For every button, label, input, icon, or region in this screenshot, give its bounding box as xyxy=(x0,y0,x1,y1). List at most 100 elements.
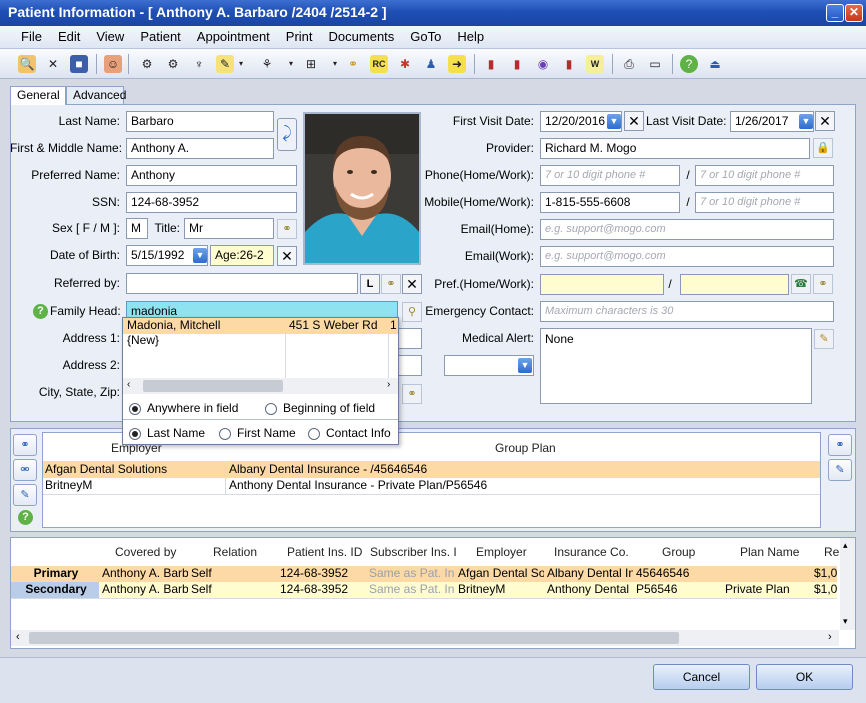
chevron-down-icon[interactable]: ▾ xyxy=(326,55,344,73)
link-employer-icon[interactable]: ⚭ xyxy=(13,434,37,456)
row-type-secondary[interactable]: Secondary xyxy=(11,582,99,598)
dropdown-row-new[interactable]: {New} xyxy=(125,333,285,349)
mobile-home-field[interactable]: 1-815-555-6608 xyxy=(540,192,680,213)
tab-advanced[interactable]: Advanced xyxy=(66,86,126,104)
chevron-down-icon[interactable]: ▼ xyxy=(193,248,207,263)
employer-header[interactable]: Employer xyxy=(476,545,527,559)
patient-ins-id-header[interactable]: Patient Ins. ID xyxy=(287,545,362,559)
mobile-work-field[interactable]: 7 or 10 digit phone # xyxy=(695,192,834,213)
minimize-icon[interactable]: _ xyxy=(826,4,844,22)
unlink-employer-icon[interactable]: ⚮ xyxy=(13,459,37,481)
scrollbar-thumb[interactable] xyxy=(143,380,283,392)
table-cell[interactable]: Self xyxy=(189,566,277,582)
plan-name-header[interactable]: Plan Name xyxy=(740,545,799,559)
table-cell[interactable]: $1,00 xyxy=(812,582,837,598)
tooth-chart-icon[interactable]: ⚙ xyxy=(138,55,156,73)
radio-contact-info[interactable] xyxy=(308,428,320,440)
cancel-button[interactable]: Cancel xyxy=(653,664,750,690)
link-icon[interactable]: ⚭ xyxy=(813,274,833,294)
link-plan-icon[interactable]: ⚭ xyxy=(828,434,852,456)
table-cell[interactable]: $1,00 xyxy=(812,566,837,582)
phone-work-field[interactable]: 7 or 10 digit phone # xyxy=(695,165,834,186)
dropdown-scrollbar[interactable]: ‹ › xyxy=(123,378,398,394)
menu-file[interactable]: File xyxy=(13,26,50,49)
table-cell[interactable]: Anthony Dental Insurance - Private Plan/… xyxy=(227,478,817,494)
vertical-scrollbar[interactable]: ▴ ▾ xyxy=(840,538,855,630)
help-icon[interactable]: ? xyxy=(33,304,48,319)
family-icon[interactable]: ♟ xyxy=(422,55,440,73)
patient-icon[interactable]: ☺ xyxy=(104,55,122,73)
email-home-field[interactable]: e.g. support@mogo.com xyxy=(540,219,834,240)
scroll-right-icon[interactable]: › xyxy=(828,631,832,643)
table-cell[interactable]: P56546 xyxy=(634,582,722,598)
tree-icon[interactable]: ⚘ xyxy=(258,55,276,73)
chevron-down-icon[interactable]: ▼ xyxy=(518,358,532,373)
chevron-down-icon[interactable]: ▼ xyxy=(799,114,813,129)
group-header[interactable]: Group xyxy=(662,545,695,559)
last-name-field[interactable]: Barbaro xyxy=(126,111,274,132)
table-cell[interactable]: 124-68-3952 xyxy=(278,582,366,598)
perio-icon[interactable]: ⚙ xyxy=(164,55,182,73)
document-icon[interactable]: ▮ xyxy=(508,55,526,73)
scroll-right-icon[interactable]: › xyxy=(387,379,390,390)
table-cell[interactable]: Afgan Dental Solutions xyxy=(43,462,225,478)
swap-names-icon[interactable]: ⤸ xyxy=(277,118,297,151)
bug-icon[interactable]: ✱ xyxy=(396,55,414,73)
link-icon[interactable]: ⚭ xyxy=(277,219,297,239)
lock-icon[interactable]: 🔒 xyxy=(813,138,833,158)
covered-by-header[interactable]: Covered by xyxy=(115,545,176,559)
clear-first-visit-icon[interactable]: ✕ xyxy=(624,111,644,131)
table-cell[interactable]: Anthony A. Barb xyxy=(100,582,188,598)
clear-dob-icon[interactable]: ✕ xyxy=(277,246,297,266)
table-cell[interactable]: 124-68-3952 xyxy=(278,566,366,582)
export-icon[interactable]: ➜ xyxy=(448,55,466,73)
menu-patient[interactable]: Patient xyxy=(132,26,188,49)
pref-home-field[interactable] xyxy=(540,274,664,295)
referral-lookup-button[interactable]: L xyxy=(360,274,380,294)
table-cell[interactable]: Private Plan xyxy=(723,582,811,598)
first-name-field[interactable]: Anthony A. xyxy=(126,138,274,159)
clear-last-visit-icon[interactable]: ✕ xyxy=(815,111,835,131)
table-cell[interactable]: Anthony Dental I xyxy=(545,582,633,598)
help-icon[interactable]: ? xyxy=(18,510,33,525)
chevron-down-icon[interactable]: ▼ xyxy=(607,114,621,129)
delete-icon[interactable]: ✕ xyxy=(44,55,62,73)
radio-anywhere[interactable] xyxy=(129,403,141,415)
insurance-co-header[interactable]: Insurance Co. xyxy=(554,545,629,559)
link-icon[interactable]: ⚭ xyxy=(402,384,422,404)
row-type-primary[interactable]: Primary xyxy=(11,566,99,582)
table-cell[interactable] xyxy=(723,566,811,582)
sex-field[interactable]: M xyxy=(126,218,148,239)
document-icon[interactable]: ▮ xyxy=(482,55,500,73)
chevron-down-icon[interactable]: ▾ xyxy=(232,55,250,73)
phone-icon[interactable]: ☎ xyxy=(791,274,811,294)
scroll-up-icon[interactable]: ▴ xyxy=(843,540,848,551)
link-icon[interactable]: ⚭ xyxy=(381,274,401,294)
scroll-left-icon[interactable]: ‹ xyxy=(127,379,130,390)
medical-alert-field[interactable]: None xyxy=(540,328,812,404)
radio-beginning[interactable] xyxy=(265,403,277,415)
word-icon[interactable]: W xyxy=(586,55,604,73)
clear-referred-icon[interactable]: ✕ xyxy=(402,274,422,294)
dropdown-row-address[interactable]: 451 S Weber Rd xyxy=(287,318,387,334)
table-cell[interactable]: 45646546 xyxy=(634,566,722,582)
menu-goto[interactable]: GoTo xyxy=(402,26,449,49)
globe-icon[interactable]: ◉ xyxy=(534,55,552,73)
radio-last-name[interactable] xyxy=(129,428,141,440)
group-plan-header[interactable]: Group Plan xyxy=(495,441,556,455)
menu-print[interactable]: Print xyxy=(278,26,321,49)
title-field[interactable]: Mr xyxy=(184,218,274,239)
table-cell[interactable]: BritneyM xyxy=(43,478,225,494)
table-cell[interactable]: Afgan Dental So xyxy=(456,566,544,582)
dropdown-row-extra[interactable]: 1 xyxy=(388,318,398,334)
table-cell[interactable]: Self xyxy=(189,582,277,598)
exit-icon[interactable]: ⏏ xyxy=(706,55,724,73)
save-icon[interactable]: ■ xyxy=(70,55,88,73)
radio-first-name[interactable] xyxy=(219,428,231,440)
chevron-down-icon[interactable]: ▾ xyxy=(282,55,300,73)
menu-appointment[interactable]: Appointment xyxy=(189,26,278,49)
close-icon[interactable]: ✕ xyxy=(845,4,863,22)
dropdown-row-name[interactable]: Madonia, Mitchell xyxy=(125,318,285,334)
ssn-field[interactable]: 124-68-3952 xyxy=(126,192,297,213)
scroll-left-icon[interactable]: ‹ xyxy=(16,631,20,643)
